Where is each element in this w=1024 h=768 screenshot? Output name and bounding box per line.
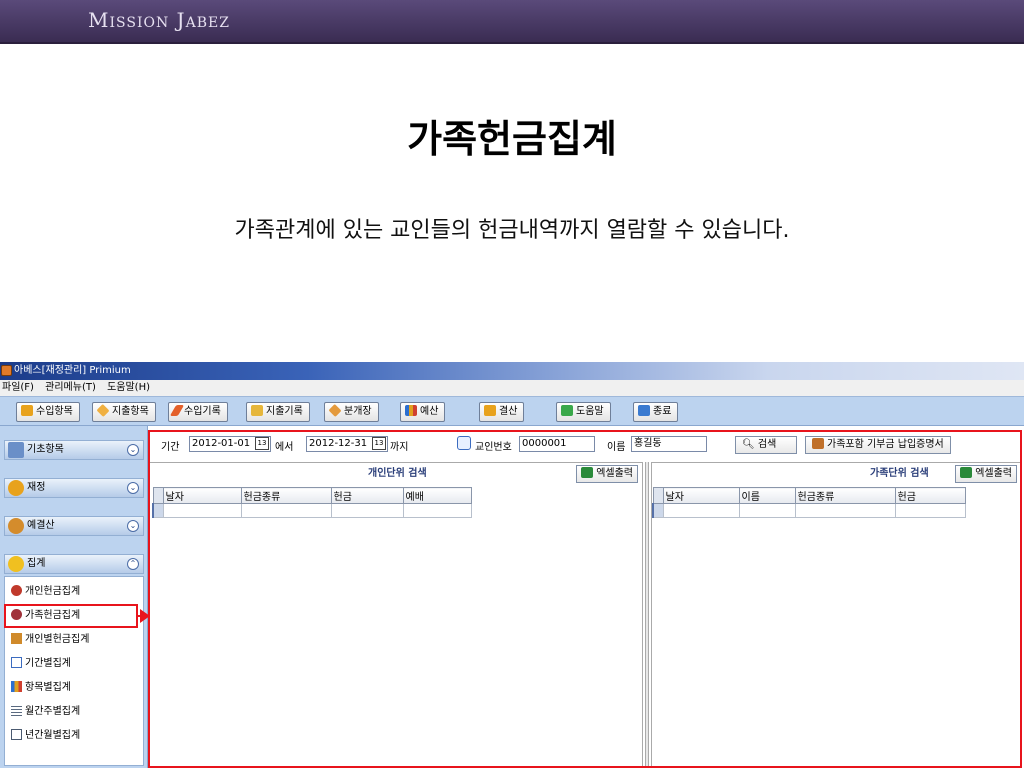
sidebar-item-category-summary[interactable]: 항목별집계 [11,679,71,697]
slide-header-bar: Mission Jabez [0,0,1024,44]
chevron-up-icon[interactable]: ⌃ [127,558,139,570]
highlight-main-area [148,430,1022,768]
coins-icon [484,405,496,416]
notepad-icon [8,442,24,458]
sidebar-section-summary[interactable]: 집계 ⌃ [4,554,144,574]
calendar-icon [11,729,22,740]
sidebar-item-period-summary[interactable]: 기간별집계 [11,655,71,673]
chevron-down-icon[interactable]: ⌄ [127,482,139,494]
arrow-right-icon [140,609,150,623]
coins-icon [8,556,24,572]
pie-icon [8,518,24,534]
grid-icon [11,705,22,716]
highlight-family-offering-item [4,604,138,628]
toolbar: 수입항목 지출항목 수입기록 지출기록 분개장 예산 결산 도움말 종료 [0,396,1024,426]
coins-icon [21,405,33,416]
menu-file[interactable]: 파일(F) [2,382,34,393]
person-icon [11,585,22,596]
menu-manage[interactable]: 관리메뉴(T) [45,382,96,393]
check-icon [251,405,263,416]
menu-help[interactable]: 도움말(H) [107,382,150,393]
app-logo-icon [1,365,12,376]
sidebar-section-basic[interactable]: 기초항목 ⌄ [4,440,144,460]
brand-logo-text: Mission Jabez [88,8,230,32]
page-title: 가족헌금집계 [407,117,617,161]
sidebar-item-individual-offering[interactable]: 개인별헌금집계 [11,631,89,649]
chevron-down-icon[interactable]: ⌄ [127,444,139,456]
menu-bar: 파일(F) 관리메뉴(T) 도움말(H) [0,380,1024,396]
sidebar: 기초항목 ⌄ 재정 ⌄ 예결산 ⌄ 집계 ⌃ 개인헌금집계 가족헌금집계 개인별… [0,426,148,768]
toolbar-income-record-button[interactable]: 수입기록 [168,402,228,422]
app-window: 아베스[재정관리] Primium 파일(F) 관리메뉴(T) 도움말(H) 수… [0,362,1024,768]
toolbar-settlement-button[interactable]: 결산 [479,402,525,422]
toolbar-help-button[interactable]: 도움말 [556,402,611,422]
toolbar-income-items-button[interactable]: 수입항목 [16,402,80,422]
diamond-icon [328,403,342,418]
sidebar-item-weekly-summary[interactable]: 월간주별집계 [11,703,80,721]
coins-icon [8,480,24,496]
card-icon [11,633,22,644]
toolbar-expense-record-button[interactable]: 지출기록 [246,402,310,422]
chevron-down-icon[interactable]: ⌄ [127,520,139,532]
diamond-icon [96,403,110,418]
bar-chart-icon [405,405,417,416]
sidebar-section-finance[interactable]: 재정 ⌄ [4,478,144,498]
toolbar-exit-button[interactable]: 종료 [633,402,679,422]
window-titlebar: 아베스[재정관리] Primium [0,362,1024,380]
toolbar-budget-button[interactable]: 예산 [400,402,446,422]
sidebar-item-personal-offering[interactable]: 개인헌금집계 [11,583,80,601]
bar-chart-icon [11,681,22,692]
sidebar-section-budget[interactable]: 예결산 ⌄ [4,516,144,536]
exit-icon [638,405,650,416]
toolbar-expense-items-button[interactable]: 지출항목 [92,402,156,422]
window-title: 아베스[재정관리] Primium [14,365,131,376]
page-subtitle: 가족관계에 있는 교인들의 헌금내역까지 열람할 수 있습니다. [234,218,790,243]
sprout-icon [561,405,573,416]
pencil-icon [169,405,185,416]
line-chart-icon [11,657,22,668]
sidebar-item-monthly-summary[interactable]: 년간월별집계 [11,727,80,745]
toolbar-journal-button[interactable]: 분개장 [324,402,379,422]
